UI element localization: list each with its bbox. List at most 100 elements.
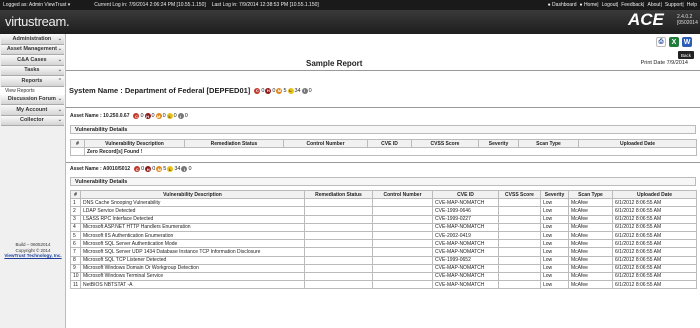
- high-icon: H: [265, 87, 272, 94]
- table-header-row: # Vulnerability Description Remediation St…: [70, 189, 697, 200]
- chevron-down-icon: ⌄: [57, 67, 62, 74]
- table-row: 6 Microsoft SQL Server Authentication Mod…: [70, 239, 697, 249]
- dashboard-link[interactable]: ● Dashboard: [548, 2, 577, 8]
- table-cell: 7: [70, 247, 81, 257]
- table-cell: [304, 247, 373, 257]
- table-cell: CVE-1999-0652: [432, 255, 499, 265]
- table-cell: [372, 198, 433, 208]
- table-row: 10 Microsoft Windows Terminal Service CVE-…: [70, 271, 697, 282]
- divider: [66, 70, 700, 71]
- info-icon: I: [301, 87, 308, 94]
- table-cell: McAfee: [568, 222, 613, 232]
- table-cell: [372, 280, 433, 290]
- home-link[interactable]: ● Home: [580, 2, 598, 8]
- excel-export-icon[interactable]: X: [669, 37, 679, 47]
- table-cell: CVE-MAP-NOMATCH: [432, 247, 499, 257]
- table-cell: CVE-MAP-NOMATCH: [432, 280, 499, 290]
- sidebar-subitem-view-reports[interactable]: View Reports: [0, 86, 65, 95]
- sidebar-item-discussion-forum[interactable]: Discussion Forum ⌄: [1, 94, 64, 105]
- table-cell: [304, 214, 373, 224]
- table-cell: CVE-MAP-NOMATCH: [432, 239, 499, 249]
- table-cell: 6/1/2012 8:06:55 AM: [612, 198, 697, 208]
- sidebar-item-administration[interactable]: Administration ⌄: [1, 34, 64, 45]
- table-cell: Microsoft SQL TCP Listener Detected: [80, 255, 305, 265]
- table-cell: McAfee: [568, 198, 613, 208]
- company-link[interactable]: ViewTrust Technology, Inc.: [0, 253, 66, 259]
- medium-icon: M: [155, 113, 162, 119]
- logged-as-menu[interactable]: Logged as: Admin ViewTrust ▾: [3, 2, 70, 8]
- table-cell: 6/1/2012 8:06:55 AM: [612, 239, 697, 249]
- asset-name-2: Asset Name : A0010/5012 C0 H0 M5 L 34 I0: [70, 166, 192, 172]
- table-cell: McAfee: [568, 255, 613, 265]
- table-cell: Low: [540, 239, 569, 249]
- asset-severity-badges: C0 H0 M0 L0 I0: [133, 113, 188, 119]
- chevron-up-icon: ⌃: [57, 77, 62, 84]
- table-row: 3 LSASS RPC Interface Detected CVE-1999-02…: [70, 214, 697, 224]
- back-button[interactable]: Back: [678, 51, 694, 59]
- table-row: 2 LDAP Service Detected CVE-1999-0646 Low Mc…: [70, 206, 697, 216]
- table-cell: [498, 247, 541, 257]
- table-cell: [498, 255, 541, 265]
- table-cell: [372, 271, 433, 282]
- table-cell: Low: [540, 280, 569, 290]
- help-link[interactable]: Help: [687, 2, 697, 8]
- table-cell: [304, 255, 373, 265]
- print-icon[interactable]: ⎙: [656, 37, 666, 47]
- table-cell: Low: [540, 214, 569, 224]
- about-link[interactable]: About: [647, 2, 660, 8]
- medium-icon: M: [156, 166, 163, 172]
- table-cell: [304, 222, 373, 232]
- table-cell: LDAP Service Detected: [80, 206, 305, 216]
- empty-records-text: Zero Record[s] Found !: [84, 147, 697, 157]
- sidebar-item-ca-cases[interactable]: C&A Cases ⌄: [1, 55, 64, 66]
- logout-link[interactable]: Logout: [602, 2, 617, 8]
- table-cell: [498, 222, 541, 232]
- feedback-link[interactable]: Feedback: [621, 2, 643, 8]
- table-cell: [498, 206, 541, 216]
- table-cell: [304, 230, 373, 241]
- top-status-bar: Logged as: Admin ViewTrust ▾ Current Log…: [0, 0, 700, 10]
- table-cell: McAfee: [568, 247, 613, 257]
- table-cell: 6/1/2012 8:06:55 AM: [612, 230, 697, 241]
- table-cell: Low: [540, 247, 569, 257]
- table-cell: McAfee: [568, 280, 613, 290]
- low-icon: L: [166, 113, 173, 119]
- sidebar-item-collector[interactable]: Collector ⌄: [1, 115, 64, 126]
- asset-name-1: Asset Name : 10.250.0.67 C0 H0 M0 L0 I0: [70, 113, 188, 119]
- table-cell: Low: [540, 206, 569, 216]
- table-cell: Low: [540, 222, 569, 232]
- table-cell: McAfee: [568, 239, 613, 249]
- sidebar-footer: Build – 06052014 Copyright © 2014 ViewTr…: [0, 242, 66, 259]
- sidebar-item-tasks[interactable]: Tasks ⌄: [1, 65, 64, 76]
- sidebar-item-reports[interactable]: Reports ⌃: [1, 76, 64, 87]
- table-cell: 6/1/2012 8:06:55 AM: [612, 214, 697, 224]
- table-cell: McAfee: [568, 230, 613, 241]
- support-link[interactable]: Support: [665, 2, 683, 8]
- table-cell: 8: [70, 255, 81, 265]
- table-cell: CVE-2002-0419: [432, 230, 499, 241]
- table-cell: McAfee: [568, 206, 613, 216]
- sidebar-item-my-account[interactable]: My Account ⌄: [1, 105, 64, 116]
- report-content: ⎙ X W Back Sample Report Print Date 7/9/…: [66, 34, 700, 328]
- chevron-down-icon: ⌄: [57, 117, 62, 124]
- table-cell: [372, 263, 433, 273]
- table-cell: CVE-MAP-NOMATCH: [432, 198, 499, 208]
- table-cell: [498, 263, 541, 273]
- table-cell: CVE-MAP-NOMATCH: [432, 222, 499, 232]
- table-cell: CVE-MAP-NOMATCH: [432, 263, 499, 273]
- chevron-down-icon: ⌄: [57, 96, 62, 103]
- table-cell: 6/1/2012 8:06:55 AM: [612, 271, 697, 282]
- word-export-icon[interactable]: W: [682, 37, 692, 47]
- asset-severity-badges: C0 H0 M5 L 34 I0: [134, 166, 192, 172]
- high-icon: H: [144, 113, 151, 119]
- critical-icon: C: [133, 113, 140, 119]
- table-cell: [372, 206, 433, 216]
- chevron-down-icon: ⌄: [57, 56, 62, 63]
- table-cell: 6/1/2012 8:06:55 AM: [612, 247, 697, 257]
- table-cell: Microsoft SQL Server UDP 1434 Database I…: [80, 247, 305, 257]
- table-cell: CVE-1999-0227: [432, 214, 499, 224]
- sidebar-item-asset-management[interactable]: Asset Management ⌄: [1, 44, 64, 55]
- table-cell: [498, 214, 541, 224]
- table-cell: [372, 255, 433, 265]
- table-cell: DNS Cache Snooping Vulnerability: [80, 198, 305, 208]
